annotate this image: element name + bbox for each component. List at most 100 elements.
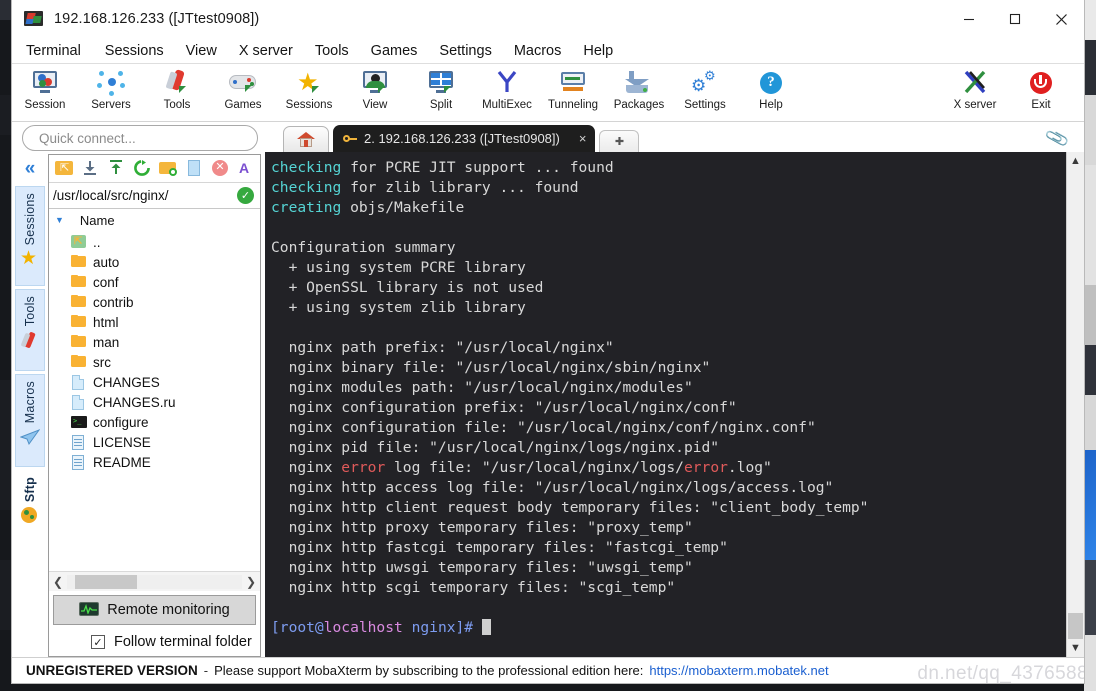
list-item[interactable]: man xyxy=(49,332,260,352)
session-icon xyxy=(30,69,60,97)
double-chevron-left-icon[interactable]: « xyxy=(25,159,36,178)
new-folder-icon[interactable] xyxy=(159,159,179,179)
folder-icon xyxy=(71,254,88,270)
list-item[interactable]: >_ configure xyxy=(49,412,260,432)
sftp-browser: ⇱ ✕ A /usr/local/src/nginx/ ✓ ▼ Name ⇱ .… xyxy=(48,154,261,657)
scroll-track[interactable] xyxy=(67,574,242,589)
quick-connect-input[interactable]: Quick connect... xyxy=(22,125,258,151)
list-item[interactable]: auto xyxy=(49,252,260,272)
chevron-down-icon[interactable]: ▼ xyxy=(1070,639,1081,657)
toolbar-button-tools[interactable]: Tools xyxy=(144,66,210,120)
terminal-line: + OpenSSL library is not used xyxy=(271,278,1066,298)
menu-item-view[interactable]: View xyxy=(175,41,228,61)
terminal-text: error xyxy=(341,459,386,476)
chevron-right-icon[interactable]: ❯ xyxy=(242,575,260,589)
terminal-output[interactable]: checking for PCRE JIT support ... found c… xyxy=(265,152,1066,657)
sidebar-rail: « Sessions ★ Tools Macros Sftp xyxy=(12,154,48,657)
delete-icon[interactable]: ✕ xyxy=(211,159,231,179)
remote-monitoring-button[interactable]: Remote monitoring xyxy=(53,595,256,625)
list-item[interactable]: conf xyxy=(49,272,260,292)
toolbar-button-tunneling[interactable]: Tunneling xyxy=(540,66,606,120)
terminal-text: + OpenSSL library is not used xyxy=(271,279,544,296)
menu-item-tools[interactable]: Tools xyxy=(304,41,360,61)
terminal-text: nginx http access log file: "/usr/local/… xyxy=(271,479,834,496)
prompt-host: localhost xyxy=(323,619,403,636)
scroll-track[interactable] xyxy=(1067,170,1084,639)
go-up-icon[interactable]: ⇱ xyxy=(55,159,75,179)
list-item[interactable]: LICENSE xyxy=(49,432,260,452)
refresh-icon[interactable] xyxy=(133,159,153,179)
list-item[interactable]: CHANGES.ru xyxy=(49,392,260,412)
chevron-left-icon[interactable]: ❮ xyxy=(49,575,67,589)
menu-item-settings[interactable]: Settings xyxy=(428,41,502,61)
toolbar-button-view[interactable]: View xyxy=(342,66,408,120)
paperclip-icon[interactable]: 📎 xyxy=(1044,126,1071,152)
list-item[interactable]: src xyxy=(49,352,260,372)
list-item[interactable]: ⇱ .. xyxy=(49,232,260,252)
terminal-text: nginx http client request body temporary… xyxy=(271,499,869,516)
new-file-icon[interactable] xyxy=(185,159,205,179)
sftp-horizontal-scrollbar[interactable]: ❮ ❯ xyxy=(49,571,260,591)
list-item[interactable]: CHANGES xyxy=(49,372,260,392)
terminal-text: + using system zlib library xyxy=(271,299,526,316)
sidebar-item-tools[interactable]: Tools xyxy=(15,289,45,371)
list-item[interactable]: README xyxy=(49,452,260,472)
download-icon[interactable] xyxy=(81,159,101,179)
list-item[interactable]: contrib xyxy=(49,292,260,312)
toolbar-button-split[interactable]: Split xyxy=(408,66,474,120)
menu-item-terminal[interactable]: Terminal xyxy=(26,41,94,61)
terminal-text: for PCRE JIT support ... found xyxy=(341,159,614,176)
sidebar-item-sftp[interactable]: Sftp xyxy=(15,470,45,536)
toolbar-label: Tools xyxy=(163,99,191,111)
upload-icon[interactable] xyxy=(107,159,127,179)
follow-terminal-folder-row[interactable]: ✓ Follow terminal folder xyxy=(49,628,260,656)
sftp-column-header[interactable]: ▼ Name xyxy=(49,209,260,231)
terminal-line: creating objs/Makefile xyxy=(271,198,1066,218)
toolbar-label: Servers xyxy=(91,99,131,111)
tab-terminal-session[interactable]: 2. 192.168.126.233 ([JTtest0908]) × xyxy=(333,125,596,152)
minimize-button[interactable] xyxy=(946,0,992,38)
toolbar-button-exit[interactable]: Exit xyxy=(1008,66,1074,120)
terminal-line: nginx error log file: "/usr/local/nginx/… xyxy=(271,458,1066,478)
menu-item-macros[interactable]: Macros xyxy=(503,41,573,61)
scroll-thumb[interactable] xyxy=(1068,613,1083,639)
toolbar-label: Help xyxy=(759,99,783,111)
tunneling-icon xyxy=(558,69,588,97)
folder-icon xyxy=(71,314,88,330)
menu-item-sessions[interactable]: Sessions xyxy=(94,41,175,61)
close-button[interactable] xyxy=(1038,0,1084,38)
toolbar-button-session[interactable]: Session xyxy=(12,66,78,120)
close-icon[interactable]: × xyxy=(579,131,587,146)
menu-item-x-server[interactable]: X server xyxy=(228,41,304,61)
sftp-file-list[interactable]: ⇱ .. auto conf contrib html man src CHAN… xyxy=(49,231,260,571)
menu-item-games[interactable]: Games xyxy=(360,41,429,61)
sftp-path-input[interactable]: /usr/local/src/nginx/ xyxy=(53,188,237,203)
tab-home[interactable] xyxy=(283,126,329,152)
terminal-line: nginx binary file: "/usr/local/nginx/sbi… xyxy=(271,358,1066,378)
toolbar-button-x-server[interactable]: X server xyxy=(942,66,1008,120)
toolbar-button-games[interactable]: Games xyxy=(210,66,276,120)
chevron-up-icon[interactable]: ▲ xyxy=(1070,152,1081,170)
toolbar-button-sessions[interactable]: ★ Sessions xyxy=(276,66,342,120)
scroll-thumb[interactable] xyxy=(75,574,137,589)
mobaxterm-link[interactable]: https://mobaxterm.mobatek.net xyxy=(649,663,828,678)
file-name: src xyxy=(93,354,111,370)
terminal-line: nginx configuration prefix: "/usr/local/… xyxy=(271,398,1066,418)
maximize-button[interactable] xyxy=(992,0,1038,38)
file-name: configure xyxy=(93,414,149,430)
toolbar-button-packages[interactable]: Packages xyxy=(606,66,672,120)
toolbar-button-settings[interactable]: ⚙ ⚙ Settings xyxy=(672,66,738,120)
edit-icon[interactable]: A xyxy=(237,159,257,179)
menu-item-help[interactable]: Help xyxy=(572,41,624,61)
terminal-text: log file: "/usr/local/nginx/logs/ xyxy=(385,459,684,476)
terminal-text: Configuration summary xyxy=(271,239,456,256)
toolbar-button-multiexec[interactable]: MultiExec xyxy=(474,66,540,120)
sidebar-item-macros[interactable]: Macros xyxy=(15,374,45,467)
toolbar-button-help[interactable]: ? Help xyxy=(738,66,804,120)
sidebar-item-sessions[interactable]: Sessions ★ xyxy=(15,186,45,286)
list-item[interactable]: html xyxy=(49,312,260,332)
toolbar-button-servers[interactable]: Servers xyxy=(78,66,144,120)
follow-terminal-folder-checkbox[interactable]: ✓ xyxy=(91,635,105,649)
add-tab-button[interactable]: ✚ xyxy=(599,130,640,152)
terminal-scrollbar[interactable]: ▲ ▼ xyxy=(1066,152,1084,657)
